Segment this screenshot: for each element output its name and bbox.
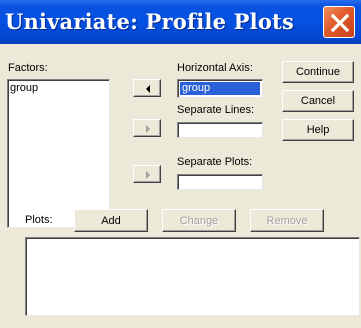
close-button[interactable] (323, 6, 355, 38)
remove-plot-button[interactable]: Remove (250, 209, 324, 232)
factors-list-item[interactable]: group (10, 82, 38, 94)
separate-lines-label: Separate Lines: (177, 104, 255, 116)
move-to-separate-lines-button[interactable] (133, 119, 161, 137)
factors-label: Factors: (8, 62, 48, 74)
continue-button[interactable]: Continue (282, 61, 354, 83)
help-button[interactable]: Help (282, 119, 354, 141)
window-title: Univariate: Profile Plots (5, 9, 294, 34)
change-plot-button[interactable]: Change (162, 209, 236, 232)
arrow-right-icon (146, 171, 150, 179)
close-icon (330, 13, 350, 33)
arrow-left-icon (146, 85, 150, 93)
plots-list[interactable] (25, 237, 360, 316)
dialog-body: Factors: group Horizontal Axis: group Se… (0, 44, 361, 328)
add-plot-button[interactable]: Add (74, 209, 148, 232)
separate-lines-field[interactable] (177, 122, 263, 138)
horizontal-axis-field[interactable]: group (177, 79, 263, 98)
move-to-horizontal-axis-button[interactable] (133, 79, 161, 97)
factors-list[interactable]: group (7, 79, 110, 228)
title-bar[interactable]: Univariate: Profile Plots (0, 0, 361, 44)
move-to-separate-plots-button[interactable] (133, 165, 161, 183)
cancel-button[interactable]: Cancel (282, 90, 354, 112)
plots-label: Plots: (25, 214, 53, 226)
horizontal-axis-value: group (180, 82, 260, 95)
separate-plots-field[interactable] (177, 174, 263, 190)
arrow-right-icon (146, 125, 150, 133)
separate-plots-label: Separate Plots: (177, 156, 253, 168)
horizontal-axis-label: Horizontal Axis: (177, 62, 253, 74)
